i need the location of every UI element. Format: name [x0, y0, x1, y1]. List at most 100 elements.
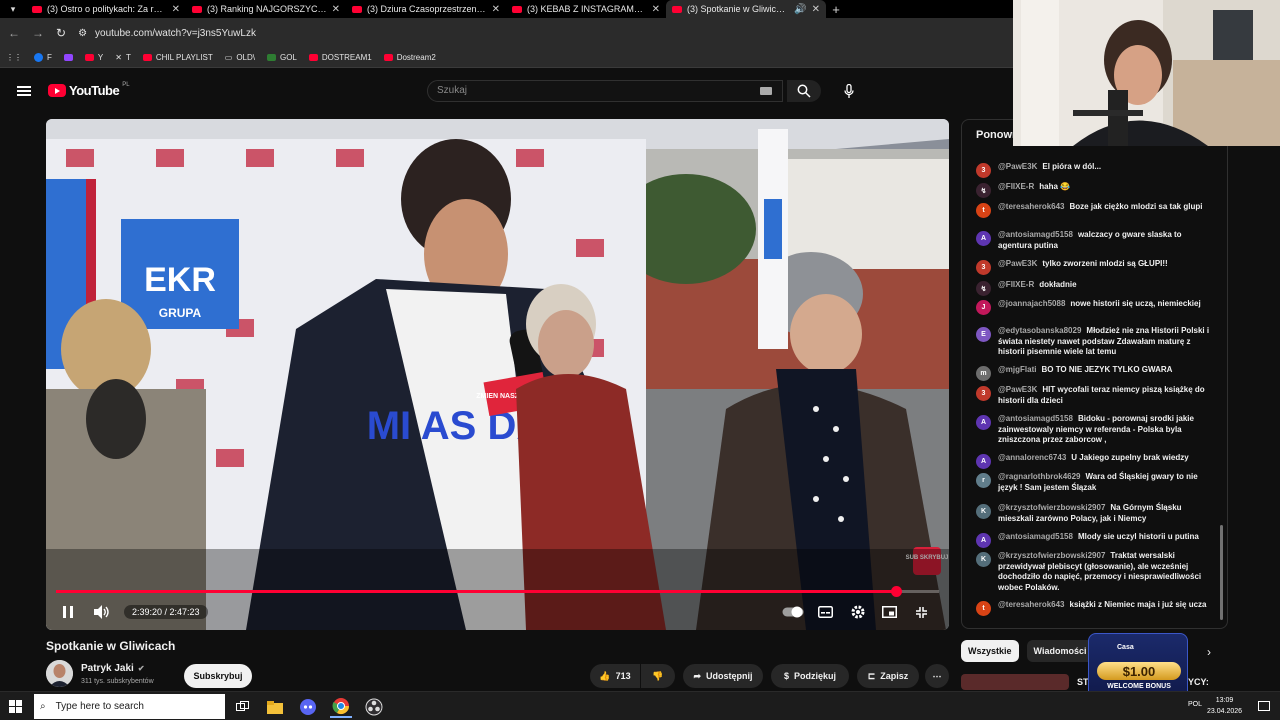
chip-all[interactable]: Wszystkie	[961, 640, 1019, 662]
close-tab-icon[interactable]: ✕	[332, 4, 340, 15]
new-tab-button[interactable]: +	[826, 2, 846, 17]
bookmark-item[interactable]: CHIL PLAYLIST	[142, 53, 213, 62]
chat-author[interactable]: @antosiamagd5158	[998, 230, 1073, 239]
chat-avatar[interactable]: A	[976, 454, 991, 469]
close-tab-icon[interactable]: ✕	[172, 4, 180, 15]
chat-message[interactable]: ↯ @FlIXE-R haha 😂	[976, 182, 1216, 198]
chat-message[interactable]: ↯ @FlIXE-R dokładnie	[976, 280, 1216, 296]
chat-message[interactable]: K @krzysztofwierzbowski2907 Na Górnym Śląs…	[976, 503, 1216, 524]
dislike-button[interactable]: 👎	[641, 664, 675, 688]
chat-scrollbar[interactable]	[1220, 525, 1223, 620]
recommendation-thumb[interactable]	[961, 674, 1069, 690]
input-language[interactable]: POL	[1188, 701, 1202, 708]
miniplayer-button[interactable]	[880, 601, 898, 623]
chat-avatar[interactable]: A	[976, 533, 991, 548]
search-button[interactable]	[787, 80, 821, 102]
more-actions-button[interactable]: ⋯	[925, 664, 949, 688]
chat-message[interactable]: A @antosiamagd5158 Bidoku - porownaj srodk…	[976, 414, 1216, 446]
thanks-button[interactable]: $ Podziękuj	[771, 664, 849, 688]
chat-author[interactable]: @PawE3K	[998, 385, 1037, 394]
chat-message[interactable]: m @mjgFlati BO TO NIE JEZYK TYLKO GWARA	[976, 365, 1216, 381]
chat-author[interactable]: @teresaherok643	[998, 202, 1065, 211]
apps-grid-icon[interactable]: ⋮⋮	[6, 53, 22, 62]
chat-author[interactable]: @joannajach5088	[998, 299, 1065, 308]
chat-message[interactable]: A @antosiamagd5158 walczacy o gware slaska…	[976, 230, 1216, 251]
speaker-icon[interactable]: 🔊	[794, 4, 806, 15]
chat-message-list[interactable]: 3 @PawE3K El pióra w dól... ↯ @FlIXE-R haha 😂…	[962, 158, 1220, 628]
chip-news[interactable]: Wiadomości	[1026, 640, 1094, 662]
chat-message[interactable]: t @teresaherok643 książki z Niemiec maja i…	[976, 600, 1216, 616]
close-tab-icon[interactable]: ✕	[492, 4, 500, 15]
close-tab-icon[interactable]: ✕	[652, 4, 660, 15]
chat-avatar[interactable]: A	[976, 231, 991, 246]
bookmark-item[interactable]: GOL	[266, 53, 297, 62]
chat-avatar[interactable]: 3	[976, 386, 991, 401]
chat-message[interactable]: A @antosiamagd5158 Mlody sie uczyl histori…	[976, 532, 1216, 548]
browser-tab[interactable]: (3) Dziura Czasoprzestrzenna - ✕	[346, 0, 506, 18]
chat-message[interactable]: A @annalorenc6743 U Jakiego zupelny brak w…	[976, 453, 1216, 469]
chat-author[interactable]: @antosiamagd5158	[998, 414, 1073, 423]
save-button[interactable]: ⊏ Zapisz	[857, 664, 919, 688]
chat-author[interactable]: @ragnarlothbrok4629	[998, 472, 1081, 481]
chat-author[interactable]: @FlIXE-R	[998, 280, 1034, 289]
chat-avatar[interactable]: m	[976, 366, 991, 381]
chat-avatar[interactable]: A	[976, 415, 991, 430]
chat-author[interactable]: @krzysztofwierzbowski2907	[998, 551, 1105, 560]
bookmark-item[interactable]: F	[34, 53, 52, 62]
bookmark-item[interactable]: Y	[84, 53, 103, 62]
hamburger-menu-icon[interactable]	[17, 86, 31, 96]
windows-start-icon[interactable]	[9, 700, 22, 713]
chat-author[interactable]: @edytasobanska8029	[998, 326, 1081, 335]
bookmark-folder[interactable]: ▭ OLD\	[225, 53, 255, 62]
chat-avatar[interactable]: E	[976, 327, 991, 342]
channel-avatar[interactable]	[46, 660, 73, 687]
chat-author[interactable]: @teresaherok643	[998, 600, 1065, 609]
chips-next-icon[interactable]: ›	[1207, 645, 1211, 659]
site-info-icon[interactable]: ⚙	[78, 28, 87, 39]
chat-avatar[interactable]: r	[976, 473, 991, 488]
forward-arrow-icon[interactable]: →	[32, 26, 44, 40]
like-button[interactable]: 👍 713	[590, 664, 640, 688]
chat-message[interactable]: 3 @PawE3K El pióra w dól...	[976, 162, 1216, 178]
chat-avatar[interactable]: t	[976, 203, 991, 218]
chat-author[interactable]: @krzysztofwierzbowski2907	[998, 503, 1105, 512]
share-button[interactable]: ➦ Udostępnij	[683, 664, 763, 688]
chat-message[interactable]: J @joannajach5088 nowe historii się uczą, …	[976, 299, 1216, 315]
chat-message[interactable]: E @edytasobanska8029 Młodzież nie zna Hist…	[976, 326, 1216, 358]
browser-tab[interactable]: (3) Ranking NAJGORSZYCH pre ✕	[186, 0, 346, 18]
chat-avatar[interactable]: 3	[976, 163, 991, 178]
taskbar-search-input[interactable]: ⌕ Type here to search	[34, 694, 225, 719]
discord-icon[interactable]	[297, 696, 319, 718]
chat-author[interactable]: @antosiamagd5158	[998, 532, 1073, 541]
progress-scrubber[interactable]	[890, 586, 902, 597]
chat-message[interactable]: 3 @PawE3K tylko zworzeni mlodzi są GŁUPI!!	[976, 259, 1216, 275]
subtitles-button[interactable]	[816, 601, 834, 623]
video-progress-bar[interactable]	[56, 586, 939, 597]
url-field[interactable]: ⚙ youtube.com/watch?v=j3ns5YuwLzk	[78, 28, 256, 39]
chat-avatar[interactable]: t	[976, 601, 991, 616]
chat-author[interactable]: @annalorenc6743	[998, 453, 1066, 462]
chat-message[interactable]: 3 @PawE3K HIT wycofali teraz niemcy piszą …	[976, 385, 1216, 406]
chat-avatar[interactable]: 3	[976, 260, 991, 275]
obs-icon[interactable]	[363, 696, 385, 718]
back-arrow-icon[interactable]: ←	[8, 26, 20, 40]
chat-author[interactable]: @mjgFlati	[998, 365, 1036, 374]
chat-avatar[interactable]: J	[976, 300, 991, 315]
system-clock[interactable]: 13:09 23.04.2026	[1207, 695, 1242, 717]
bookmark-item[interactable]: DOSTREAM1	[308, 53, 372, 62]
close-tab-icon[interactable]: ✕	[812, 4, 820, 15]
youtube-logo[interactable]: YouTube PL	[48, 82, 130, 98]
fullscreen-button[interactable]	[912, 601, 930, 623]
notifications-icon[interactable]	[1253, 696, 1275, 718]
reload-icon[interactable]: ↻	[56, 26, 66, 40]
keyboard-icon[interactable]	[760, 87, 772, 95]
chat-message[interactable]: K @krzysztofwierzbowski2907 Traktat wersal…	[976, 551, 1216, 593]
file-explorer-icon[interactable]	[264, 696, 286, 718]
chat-avatar[interactable]: K	[976, 504, 991, 519]
volume-button[interactable]	[90, 601, 114, 623]
voice-search-button[interactable]	[836, 80, 862, 102]
tab-search-icon[interactable]: ▾	[0, 0, 26, 18]
browser-tab[interactable]: (3) Ostro o politykach: Za robot ✕	[26, 0, 186, 18]
chat-author[interactable]: @FlIXE-R	[998, 182, 1034, 191]
bookmark-item[interactable]	[63, 54, 73, 61]
